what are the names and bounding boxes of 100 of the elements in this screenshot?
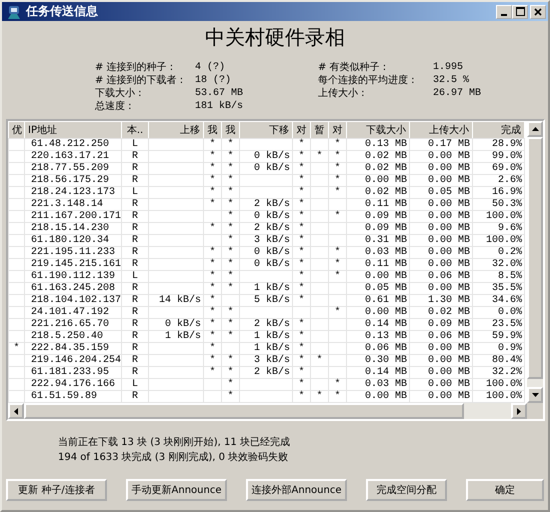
table-cell: 220.163.17.21 [24,150,122,162]
stat-value: 32.5 % [433,74,470,87]
table-cell: 0.00 MB [410,162,472,174]
table-cell: 0.00 MB [346,306,410,318]
table-cell: 222.84.35.159 [24,342,122,354]
table-cell: * [222,174,240,186]
table-cell: * [204,150,222,162]
maximize-button[interactable] [512,4,528,18]
stat-label: # 连接到的下载者 : [95,74,184,87]
table-cell: 61.181.233.95 [24,366,122,378]
table-cell: * [328,270,346,282]
table-cell: 61.48.212.250 [24,138,122,150]
column-header[interactable]: 本.. [122,122,148,138]
table-cell: * [292,294,310,306]
up-arrow-icon [532,127,538,131]
table-cell: * [292,270,310,282]
column-header[interactable]: IP地址 [24,122,122,138]
table-cell: * [204,354,222,366]
table-cell: 0.11 MB [346,198,410,210]
status-text: 194 of 1633 块完成 (3 刚刚完成), 0 块效验码失败 [58,450,290,465]
table-cell: * [204,282,222,294]
table-cell: 16.9% [472,186,524,198]
table-cell: 2 kB/s [240,318,292,330]
column-header[interactable]: 下移 [240,122,292,138]
table-cell: 0.31 MB [346,234,410,246]
table-cell: * [328,210,346,222]
table-cell: * [204,306,222,318]
table-cell: 2 kB/s [240,198,292,210]
table-cell: 0.00 MB [410,210,472,222]
column-header[interactable]: 完成 [472,122,524,138]
table-cell: * [328,246,346,258]
minimize-button[interactable] [496,4,512,18]
horizontal-scrollbar[interactable] [8,403,527,419]
table-cell: R [122,246,148,258]
action-button[interactable]: 更新 种子/连接者 [6,479,107,501]
table-cell: R [122,294,148,306]
table-cell: L [122,186,148,198]
column-header[interactable]: 对 [328,122,346,138]
table-cell: 0 kB/s [240,210,292,222]
table-cell: 218.24.123.173 [24,186,122,198]
stat-value: 18 (?) [195,74,232,87]
table-cell: 32.0% [472,258,524,270]
column-header[interactable]: 暂 [310,122,328,138]
table-cell: 0.00 MB [410,366,472,378]
action-button[interactable]: 手动更新Announce [126,479,227,501]
table-cell: R [122,342,148,354]
table-cell: 0.13 MB [346,330,410,342]
table-cell: R [122,210,148,222]
table-cell: R [122,282,148,294]
column-header[interactable]: 我 [222,122,240,138]
column-header[interactable]: 对 [292,122,310,138]
action-button[interactable]: 连接外部Announce [246,479,347,501]
table-cell: * [292,354,310,366]
column-header[interactable]: 上传大小 [410,122,472,138]
table-cell: 0.06 MB [410,270,472,282]
table-cell: * [204,246,222,258]
table-cell: 0.09 MB [410,318,472,330]
table-cell: 0.02 MB [346,150,410,162]
table-cell: 1 kB/s [240,330,292,342]
column-header[interactable]: 下载大小 [346,122,410,138]
table-cell: 23.5% [472,318,524,330]
column-header[interactable]: 优 [8,122,24,138]
scroll-thumb[interactable] [24,403,464,419]
scroll-right-button[interactable] [511,403,527,419]
table-cell: * [292,138,310,150]
table-cell: * [204,366,222,378]
scroll-left-button[interactable] [8,403,24,419]
column-header[interactable]: 我 [204,122,222,138]
table-cell: * [328,138,346,150]
scroll-up-button[interactable] [527,121,543,137]
table-cell: 0.03 MB [346,378,410,390]
table-cell: * [222,306,240,318]
action-button[interactable]: 完成空间分配 [366,479,447,501]
table-cell: 100.0% [472,378,524,390]
table-cell: 0.02 MB [346,186,410,198]
table-cell: 218.56.175.29 [24,174,122,186]
table-cell: 218.5.250.40 [24,330,122,342]
table-cell: * [222,186,240,198]
table-cell: 3 kB/s [240,354,292,366]
table-cell: * [204,294,222,306]
table-cell: * [204,318,222,330]
table-cell: 0 kB/s [240,246,292,258]
table-cell: R [122,330,148,342]
table-cell: 61.190.112.139 [24,270,122,282]
table-cell: * [292,234,310,246]
table-cell: 218.77.55.209 [24,162,122,174]
scroll-down-button[interactable] [527,387,543,403]
table-cell: * [222,138,240,150]
table-cell: 218.104.102.137 [24,294,122,306]
close-button[interactable] [530,4,546,18]
action-button[interactable]: 确定 [466,479,544,501]
table-cell: L [122,378,148,390]
table-cell: * [222,162,240,174]
column-header[interactable]: 上移 [148,122,204,138]
table-cell: 0.09 MB [346,222,410,234]
table-cell: 0.00 MB [410,354,472,366]
table-cell: * [292,378,310,390]
stat-value: 1.995 [433,61,464,74]
left-arrow-icon [14,408,18,414]
table-cell: 24.101.47.192 [24,306,122,318]
